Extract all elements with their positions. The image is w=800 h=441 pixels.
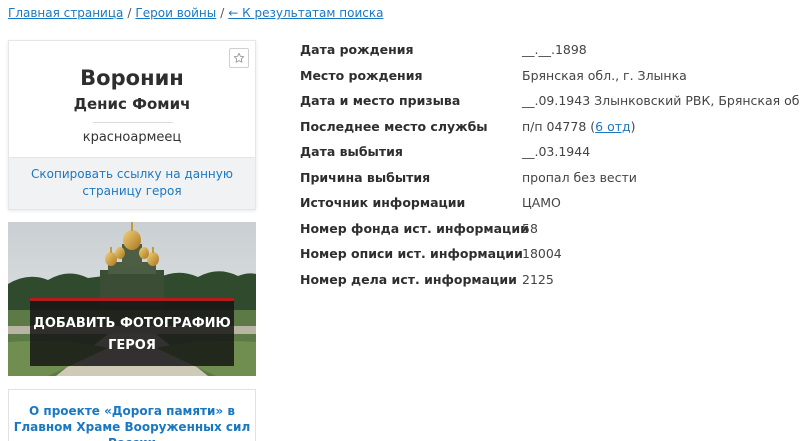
hero-surname: Воронин	[80, 66, 184, 90]
detail-label: Источник информации	[300, 195, 466, 210]
breadcrumb-heroes-link[interactable]: Герои войны	[135, 6, 216, 20]
detail-label: Номер фонда ист. информации	[300, 220, 529, 236]
detail-value: Брянская обл., г. Злынка	[522, 67, 687, 83]
breadcrumb-separator: /	[220, 6, 225, 20]
detail-label: Дата рождения	[300, 42, 414, 57]
card-divider	[93, 122, 173, 123]
detail-label: Дата выбытия	[300, 144, 403, 159]
hero-card: Воронин Денис Фомич красноармеец Скопиро…	[8, 40, 256, 210]
hero-given-names: Денис Фомич	[73, 95, 191, 113]
detail-value: 2125	[522, 271, 554, 287]
detail-row: Номер фонда ист. информации 58	[300, 221, 800, 247]
service-unit-link[interactable]: 6 отд	[595, 119, 631, 134]
detail-label: Причина выбытия	[300, 169, 431, 185]
favorite-button[interactable]	[229, 48, 249, 68]
detail-label: Номер дела ист. информации	[300, 271, 517, 287]
detail-row: Дата и место призыва __.09.1943 Злынковс…	[300, 93, 800, 119]
breadcrumb-home-link[interactable]: Главная страница	[8, 6, 123, 20]
detail-value: пропал без вести	[522, 169, 637, 185]
hero-details: Дата рождения __.__.1898 Место рождения …	[300, 42, 800, 297]
detail-row: Номер описи ист. информации 18004	[300, 246, 800, 272]
breadcrumb: Главная страница / Герои войны / ← К результ…	[8, 6, 383, 20]
back-to-results-link[interactable]: ← К результатам поиска	[228, 6, 383, 20]
detail-row: Причина выбытия пропал без вести	[300, 170, 800, 196]
detail-row: Дата выбытия __.03.1944	[300, 144, 800, 170]
detail-row: Дата рождения __.__.1898	[300, 42, 800, 68]
detail-value: __.09.1943 Злынковский РВК, Брянская обл…	[522, 93, 800, 108]
detail-value: ЦАМО	[522, 195, 561, 210]
detail-label: Последнее место службы	[300, 118, 488, 134]
detail-label: Место рождения	[300, 67, 423, 83]
about-project-link[interactable]: О проекте «Дорога памяти» в Главном Храм…	[8, 389, 256, 441]
detail-value: __.03.1944	[522, 144, 591, 159]
copy-link-button[interactable]: Скопировать ссылку на данную страницу ге…	[9, 157, 255, 209]
detail-row: Место рождения Брянская обл., г. Злынка	[300, 68, 800, 94]
add-photo-button[interactable]: ДОБАВИТЬ ФОТОГРАФИЮ ГЕРОЯ	[30, 298, 234, 366]
detail-value: 18004	[522, 246, 562, 261]
detail-value: 58	[522, 220, 538, 236]
star-icon	[233, 52, 245, 63]
detail-value: п/п 04778 (6 отд)	[522, 119, 636, 134]
detail-label: Номер описи ист. информации	[300, 246, 523, 261]
service-unit-close: )	[630, 118, 636, 134]
detail-row: Номер дела ист. информации 2125	[300, 272, 800, 298]
detail-row: Последнее место службы п/п 04778 (6 отд)	[300, 119, 800, 145]
hero-rank: красноармеец	[82, 130, 182, 145]
detail-label: Дата и место призыва	[300, 93, 461, 108]
detail-value: __.__.1898	[522, 42, 587, 57]
breadcrumb-separator: /	[127, 6, 132, 20]
detail-row: Источник информации ЦАМО	[300, 195, 800, 221]
service-unit-text: п/п 04778 (	[522, 118, 596, 134]
add-photo-banner[interactable]: ДОБАВИТЬ ФОТОГРАФИЮ ГЕРОЯ	[8, 222, 256, 376]
